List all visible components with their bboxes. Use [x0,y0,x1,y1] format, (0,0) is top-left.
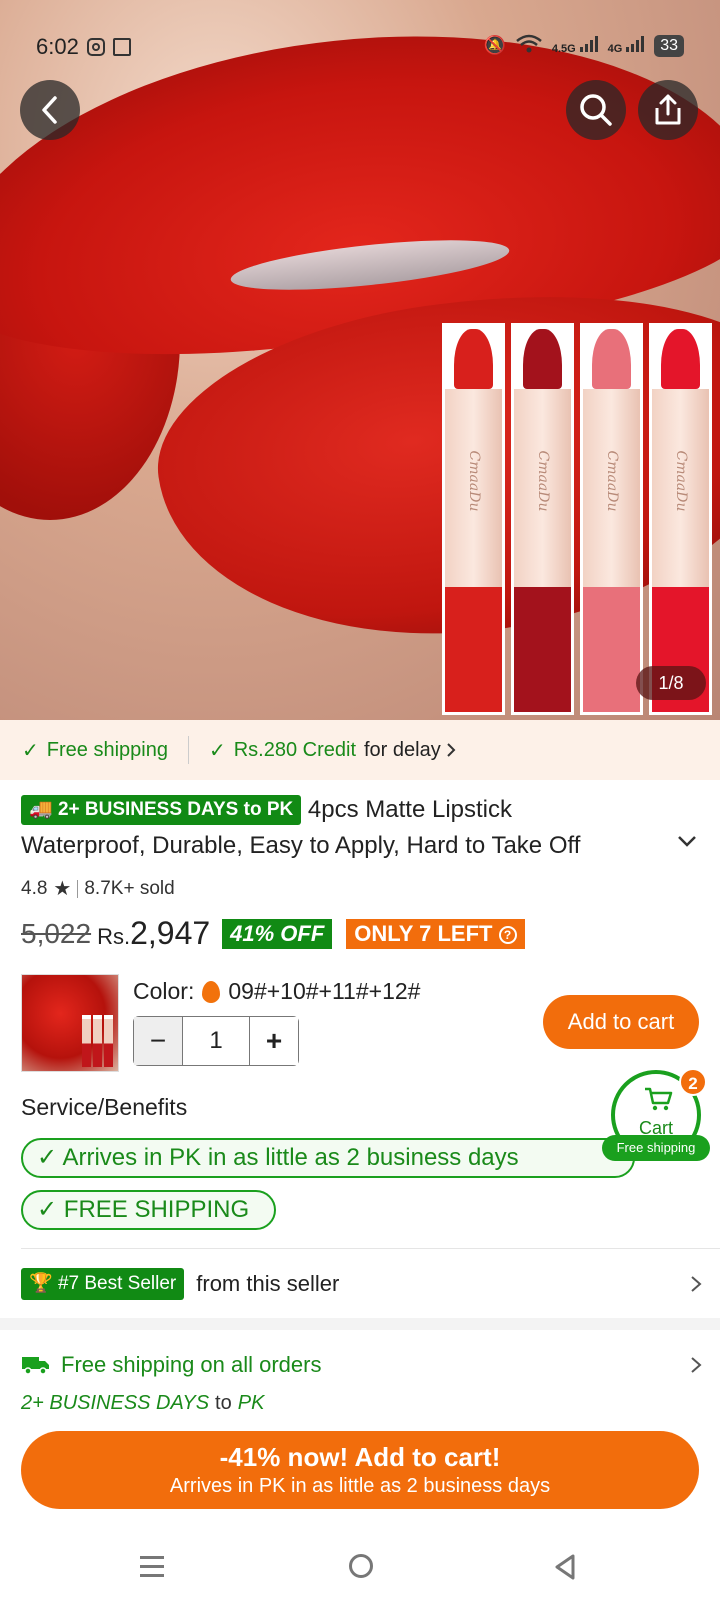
truck-icon: 🚚 [29,799,53,820]
credit-suffix: for delay [364,738,441,761]
original-price: 5,022 [21,917,92,949]
image-counter: 1/8 [636,666,706,700]
discount-badge: 41% OFF [222,918,333,949]
screenshot-icon [112,38,131,56]
color-label: Color: [133,978,195,1004]
best-seller-row[interactable]: 🏆 #7 Best Seller from this seller [21,1268,339,1300]
current-price: Rs.2,947 [97,915,211,951]
delivery-badge: 🚚 2+ BUSINESS DAYS to PK [21,795,302,825]
chevron-right-icon[interactable] [690,1356,702,1374]
divider [77,879,79,898]
sold-count: 8.7K+ sold [84,877,175,899]
signal-icon: 4.5G [552,36,598,55]
trophy-icon: 🏆 [29,1273,53,1294]
chevron-right-icon [447,743,456,757]
best-seller-badge: 🏆 #7 Best Seller [21,1268,185,1300]
status-bar-left: 6:02 [36,34,131,60]
service-benefits-title: Service/Benefits [21,1094,188,1120]
clock: 6:02 [36,34,79,59]
recent-apps-button[interactable] [140,1556,164,1583]
best-seller-text: from this seller [196,1271,340,1296]
expand-title-chevron-down-icon[interactable] [676,830,698,852]
shipping-info-bar[interactable]: ✓ Free shipping ✓ Rs.280 Credit for dela… [0,720,720,780]
benefit-pill-arrival: ✓ Arrives in PK in as little as 2 busine… [21,1138,635,1178]
credit-label: Rs.280 Credit [233,738,356,761]
check-icon: ✓ [22,739,39,762]
decrease-quantity-button[interactable]: − [134,1017,182,1065]
stock-badge[interactable]: ONLY 7 LEFT ? [346,918,525,949]
shipping-row[interactable]: Free shipping on all orders [21,1352,321,1378]
shipping-subtitle: 2+ BUSINESS DAYS to PK [21,1392,265,1414]
color-selector[interactable]: Color: 09#+10#+11#+12# [133,978,420,1005]
color-value: 09#+10#+11#+12# [228,978,421,1004]
section-separator [0,1318,720,1330]
lipstick-2: CmaaDu [511,323,574,715]
lipstick-4: CmaaDu [649,323,712,715]
help-icon: ? [498,925,517,944]
variant-thumbnail[interactable] [21,974,119,1072]
increase-quantity-button[interactable]: + [250,1017,298,1065]
signal-icon-2: 4G [608,36,645,55]
status-bar-right: 🔕 4.5G 4G 33 [483,34,684,57]
cart-count-badge: 2 [679,1068,707,1096]
cta-line2: Arrives in PK in as little as 2 business… [169,1475,551,1497]
cta-add-to-cart-button[interactable]: -41% now! Add to cart! Arrives in PK in … [21,1431,699,1509]
divider [187,736,189,764]
lipstick-set-image: CmaaDu CmaaDu CmaaDu CmaaDu [442,323,712,715]
back-triangle-icon[interactable] [554,1554,576,1580]
share-icon [655,94,681,125]
star-icon: ★ [53,878,72,900]
home-button[interactable] [349,1554,373,1578]
back-button[interactable] [20,80,80,140]
price-row: 5,022 Rs.2,947 41% OFF ONLY 7 LEFT ? [21,915,525,952]
lipstick-1: CmaaDu [442,323,505,715]
lipstick-3: CmaaDu [580,323,643,715]
mute-icon: 🔕 [483,35,506,55]
cart-free-shipping-badge: Free shipping [602,1135,710,1161]
free-shipping-label: Free shipping [46,738,168,761]
check-icon: ✓ [37,1196,58,1223]
search-button[interactable] [566,80,626,140]
cart-icon [645,1087,673,1111]
product-title[interactable]: 🚚 2+ BUSINESS DAYS to PK 4pcs Matte Lips… [21,792,641,864]
check-icon: ✓ [208,739,226,762]
chevron-left-icon [42,96,57,124]
share-button[interactable] [638,80,698,140]
rating-value: 4.8 [21,877,48,899]
quantity-value[interactable]: 1 [182,1017,250,1065]
wifi-icon [516,34,542,57]
cta-line1: -41% now! Add to cart! [219,1442,501,1472]
search-icon [580,94,612,126]
quantity-stepper: − 1 + [133,1016,299,1066]
truck-icon [22,1357,49,1375]
add-to-cart-button[interactable]: Add to cart [543,995,699,1049]
benefit-pill-free-shipping: ✓ FREE SHIPPING [21,1190,276,1230]
system-nav-bar [0,1530,720,1600]
battery-indicator: 33 [654,34,684,57]
check-icon: ✓ [37,1144,58,1171]
instagram-icon [86,38,105,56]
shipping-title: Free shipping on all orders [61,1352,322,1377]
chevron-right-icon[interactable] [690,1275,702,1293]
rating-row[interactable]: 4.8 ★ 8.7K+ sold [21,876,175,901]
divider [21,1248,720,1249]
flame-icon [202,980,221,1003]
